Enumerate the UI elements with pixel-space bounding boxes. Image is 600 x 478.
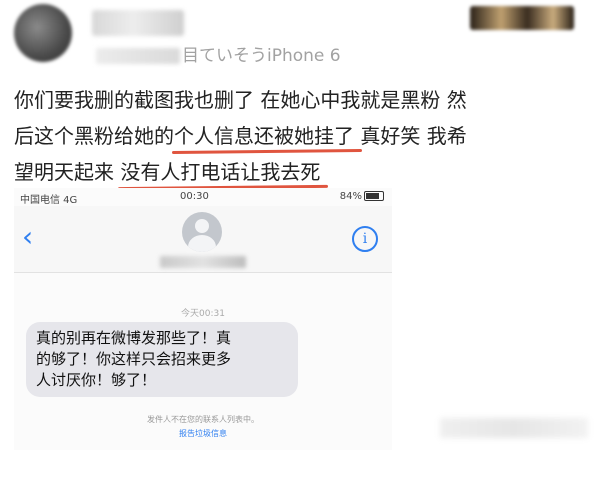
battery-status: 84% — [340, 191, 384, 202]
content-line: 后这个黑粉给她的个人信息还被她挂了 真好笑 我希 — [14, 118, 589, 154]
person-head-icon — [195, 219, 209, 233]
badge-blurred — [470, 6, 574, 30]
person-body-icon — [188, 235, 216, 252]
weibo-post: 目ていそうiPhone 6 你们要我删的截图我也删了 在她心中我就是黑粉 然 后… — [0, 0, 600, 478]
info-icon[interactable]: i — [352, 226, 378, 252]
contact-name-blurred — [160, 256, 246, 268]
content-text: 望明天起来 — [14, 160, 121, 184]
embedded-sms-screenshot[interactable]: 中国电信 4G 00:30 84% ‹ i 今天00:31 真的别再在微博发那些… — [14, 188, 392, 450]
battery-icon — [364, 191, 384, 201]
underlined-text: 个人信息还被她挂了 — [174, 118, 354, 154]
post-content: 你们要我删的截图我也删了 在她心中我就是黑粉 然 后这个黑粉给她的个人信息还被她… — [14, 82, 589, 190]
underlined-text: 没有人打电话让我去死 — [120, 154, 320, 190]
content-line: 你们要我删的截图我也删了 在她心中我就是黑粉 然 — [14, 82, 589, 118]
avatar[interactable] — [14, 4, 72, 62]
message-line: 真的别再在微博发那些了！真 — [36, 329, 232, 347]
source-blurred — [96, 48, 180, 64]
post-source: 目ていそうiPhone 6 — [96, 41, 341, 66]
message-timestamp: 今天00:31 — [181, 309, 225, 319]
status-bar: 中国电信 4G 00:30 84% — [14, 188, 392, 206]
content-text: 你们要我删的截图我也删了 在她心中我就是黑粉 然 — [14, 88, 467, 112]
watermark-blurred — [440, 418, 588, 438]
message-line: 人讨厌你！够了！ — [36, 371, 157, 389]
messages-nav-bar: ‹ i — [14, 206, 392, 273]
report-junk-link[interactable]: 报告垃圾信息 — [14, 428, 392, 439]
message-line: 的够了！你这样只会招来更多 — [36, 350, 232, 368]
content-line: 望明天起来 没有人打电话让我去死 — [14, 154, 589, 190]
username-blurred[interactable] — [92, 10, 184, 36]
source-text: 目ていそうiPhone 6 — [182, 46, 341, 66]
contact-avatar[interactable] — [182, 212, 222, 252]
status-time: 00:30 — [180, 191, 209, 202]
content-text: 真好笑 我希 — [354, 124, 467, 148]
battery-percent: 84% — [339, 191, 362, 202]
incoming-message-bubble[interactable]: 真的别再在微博发那些了！真 的够了！你这样只会招来更多 人讨厌你！够了！ — [26, 322, 298, 397]
content-text: 后这个黑粉给她的 — [14, 124, 174, 148]
back-chevron-icon[interactable]: ‹ — [22, 220, 33, 253]
unknown-sender-notice: 发件人不在您的联系人列表中。 — [147, 415, 259, 424]
carrier-label: 中国电信 4G — [20, 195, 78, 206]
